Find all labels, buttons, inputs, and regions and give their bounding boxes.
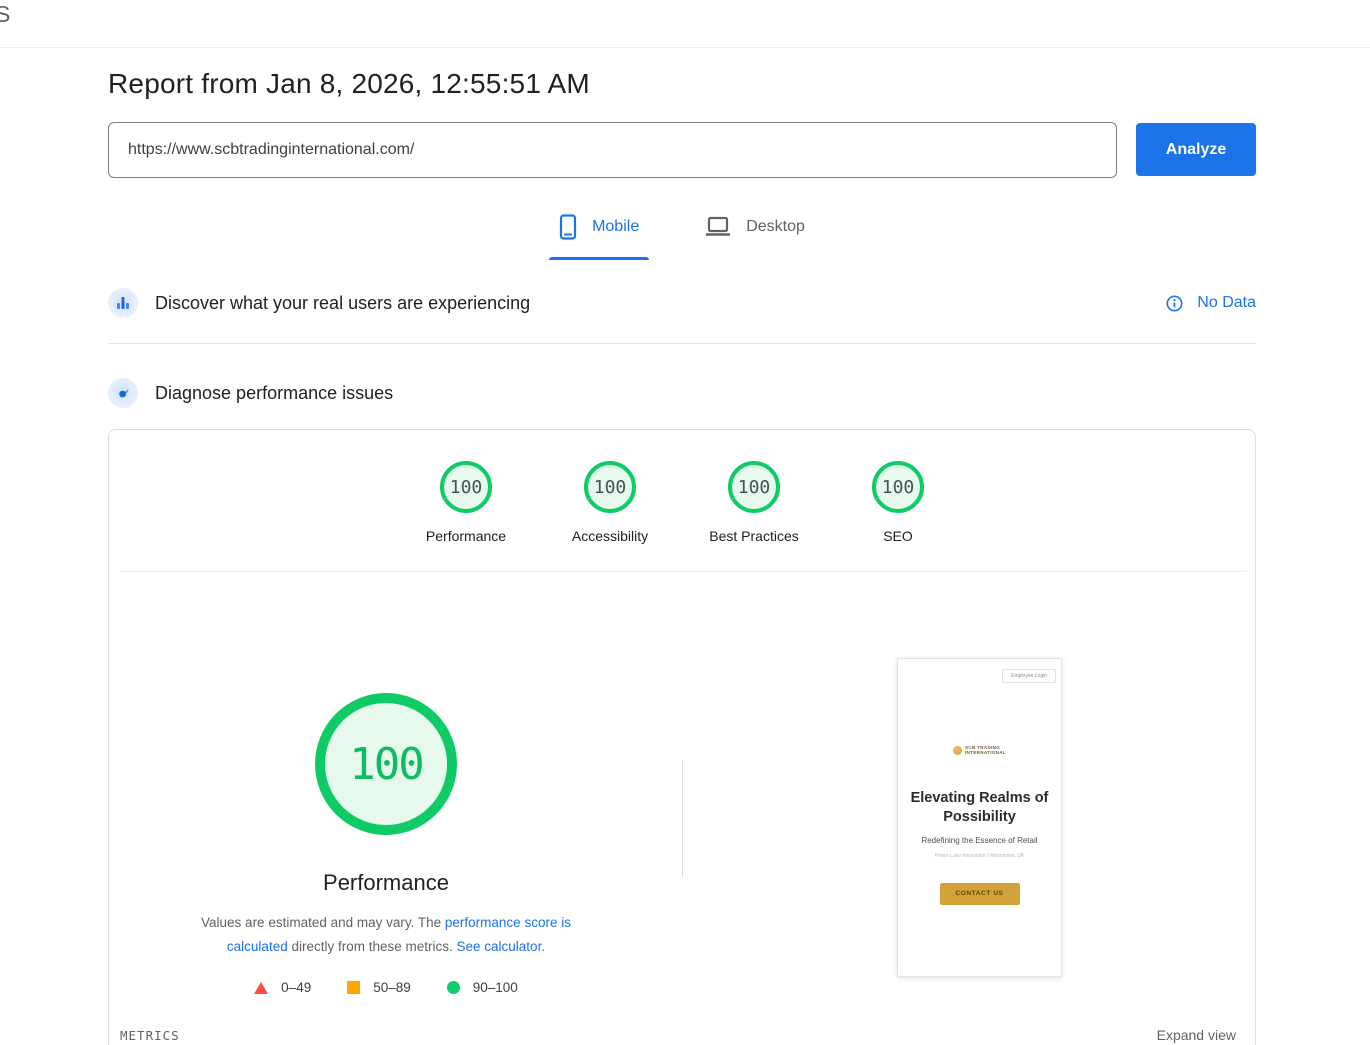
category-score-performance[interactable]: 100 Performance — [416, 461, 516, 544]
thumb-hero-heading: Elevating Realms of Possibility — [910, 789, 1049, 827]
thumb-tagline: Prince Lake Innovation | Warminster, UK — [898, 853, 1061, 859]
info-icon[interactable] — [1166, 295, 1183, 312]
field-data-title: Discover what your real users are experi… — [155, 293, 530, 314]
lighthouse-report-card: 100 Performance 100 Accessibility 100 Be… — [108, 429, 1256, 1045]
average-square-icon — [347, 981, 360, 994]
fail-triangle-icon — [254, 982, 268, 994]
diagnose-gauge-icon — [108, 378, 138, 408]
page-screenshot-thumbnail[interactable]: Employee Login SCB TRADING INTERNATIONAL… — [897, 658, 1062, 977]
card-divider — [119, 571, 1247, 572]
average-range-label: 50–89 — [373, 980, 411, 995]
top-app-bar: S — [0, 0, 1370, 48]
category-score-row: 100 Performance 100 Accessibility 100 Be… — [109, 461, 1255, 544]
main-performance-label: Performance — [186, 870, 586, 896]
legend-average-range: 50–89 — [347, 980, 411, 995]
score-range-legend: 0–49 50–89 90–100 — [186, 980, 586, 995]
field-data-section-header: Discover what your real users are experi… — [108, 288, 1256, 318]
category-score-accessibility[interactable]: 100 Accessibility — [560, 461, 660, 544]
lab-data-title: Diagnose performance issues — [155, 383, 393, 404]
vertical-divider — [682, 761, 683, 877]
score-disclaimer-text: Values are estimated and may vary. The p… — [176, 911, 596, 959]
cropped-logo-letter: S — [0, 1, 10, 28]
metrics-section-label: METRICS — [120, 1028, 180, 1043]
main-performance-gauge: 100 — [315, 693, 457, 835]
section-divider — [108, 343, 1256, 344]
thumb-hero-subheading: Redefining the Essence of Retail — [898, 836, 1061, 845]
disclaimer-part1: Values are estimated and may vary. The — [201, 915, 445, 930]
device-tabs: Mobile Desktop — [108, 208, 1256, 260]
expand-view-button[interactable]: Expand view — [1157, 1027, 1236, 1043]
performance-score-label: Performance — [416, 528, 516, 544]
seo-score-label: SEO — [848, 528, 948, 544]
thumb-brand-mark-icon — [953, 746, 962, 755]
mobile-phone-icon — [559, 214, 577, 240]
thumb-brand-text: SCB TRADING INTERNATIONAL — [965, 745, 1006, 756]
tab-mobile-label: Mobile — [592, 218, 639, 236]
legend-pass-range: 90–100 — [447, 980, 518, 995]
no-data-status[interactable]: No Data — [1166, 294, 1256, 312]
lab-data-section-header: Diagnose performance issues — [108, 378, 1256, 408]
accessibility-score-gauge: 100 — [584, 461, 636, 513]
accessibility-score-label: Accessibility — [560, 528, 660, 544]
pass-range-label: 90–100 — [473, 980, 518, 995]
seo-score-gauge: 100 — [872, 461, 924, 513]
performance-score-gauge: 100 — [440, 461, 492, 513]
no-data-label: No Data — [1197, 294, 1256, 312]
thumb-employee-login-button: Employee Login — [1002, 669, 1056, 683]
legend-fail-range: 0–49 — [254, 980, 311, 995]
pass-circle-icon — [447, 981, 460, 994]
thumb-contact-us-button: CONTACT US — [940, 883, 1020, 905]
tab-desktop-label: Desktop — [746, 218, 805, 236]
calc-link-2[interactable]: See calculator. — [457, 939, 546, 954]
category-score-best-practices[interactable]: 100 Best Practices — [704, 461, 804, 544]
pagespeed-insights-page: S Report from Jan 8, 2026, 12:55:51 AM A… — [0, 0, 1370, 1045]
desktop-laptop-icon — [705, 216, 731, 238]
report-title: Report from Jan 8, 2026, 12:55:51 AM — [108, 68, 590, 100]
best-practices-score-gauge: 100 — [728, 461, 780, 513]
analyze-button[interactable]: Analyze — [1136, 123, 1256, 176]
thumb-brand-logo: SCB TRADING INTERNATIONAL — [898, 745, 1061, 756]
best-practices-score-label: Best Practices — [704, 528, 804, 544]
url-input[interactable] — [108, 122, 1117, 178]
disclaimer-part2: directly from these metrics. — [288, 939, 457, 954]
tab-mobile[interactable]: Mobile — [549, 208, 649, 260]
fail-range-label: 0–49 — [281, 980, 311, 995]
real-users-chart-icon — [108, 288, 138, 318]
category-score-seo[interactable]: 100 SEO — [848, 461, 948, 544]
tab-desktop[interactable]: Desktop — [695, 208, 815, 260]
